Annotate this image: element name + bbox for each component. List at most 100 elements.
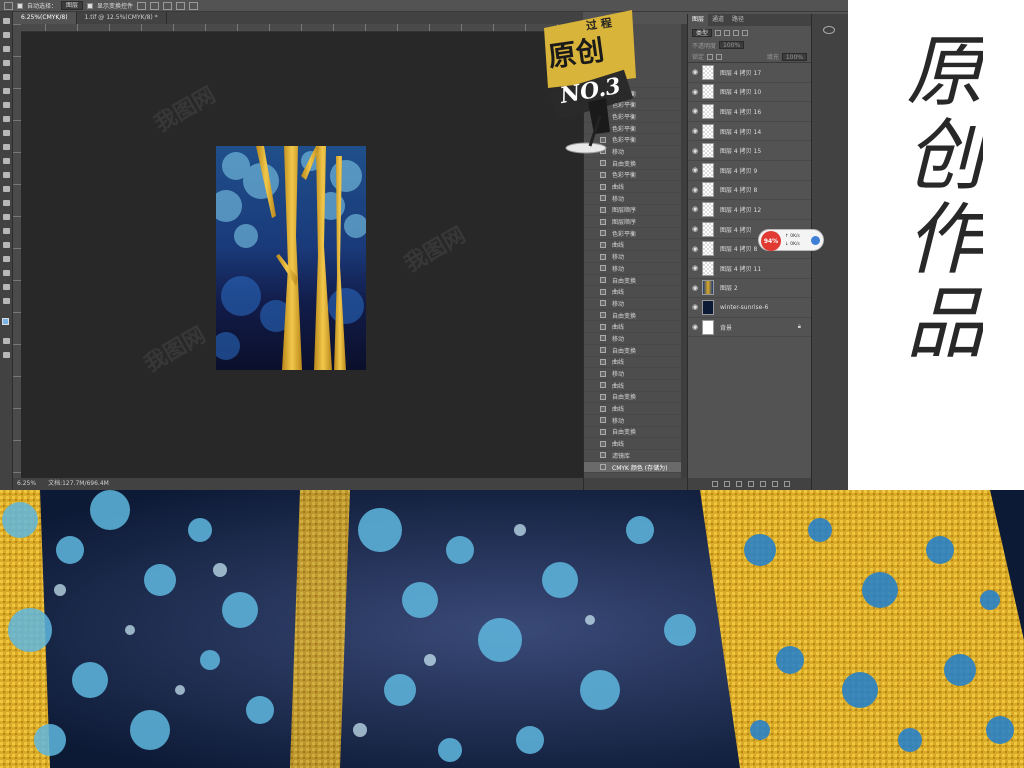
network-speed-popup[interactable]: 94% ↑ 0K/s ↓ 0K/s [758, 229, 824, 251]
visibility-eye-icon[interactable]: ◉ [688, 225, 702, 233]
history-item[interactable]: 滤镜库 [584, 450, 682, 462]
brush-tool-icon[interactable] [3, 116, 10, 122]
history-item[interactable]: 色彩平衡 [584, 228, 682, 240]
history-item[interactable]: 色彩平衡 [584, 170, 682, 182]
type-tool-icon[interactable] [3, 228, 10, 234]
history-item[interactable]: 移动 [584, 333, 682, 345]
more-tools-icon[interactable] [3, 298, 10, 304]
foreground-color-swatch[interactable] [2, 318, 9, 325]
auto-select-checkbox[interactable] [17, 2, 23, 9]
history-item[interactable]: CMYK 颜色 (存储为) [584, 461, 682, 474]
layer-row[interactable]: ◉ 图层 4 拷贝 10 [688, 83, 811, 103]
add-mask-icon[interactable] [736, 481, 742, 487]
visibility-eye-icon[interactable]: ◉ [688, 284, 702, 292]
layer-row[interactable]: ◉ 图层 4 拷贝 11 [688, 259, 811, 279]
layer-row[interactable]: ◉ winter-sunrise-6 [688, 298, 811, 318]
align-center-icon[interactable] [150, 1, 160, 10]
history-item[interactable]: 曲线 [584, 321, 682, 334]
visibility-eye-icon[interactable]: ◉ [688, 264, 702, 272]
history-item[interactable]: 移动 [584, 415, 682, 427]
lock-position-icon[interactable] [716, 53, 723, 60]
stamp-tool-icon[interactable] [3, 130, 10, 136]
artwork-canvas-image[interactable] [216, 146, 366, 370]
quick-mask-icon[interactable] [3, 338, 10, 344]
link-layers-icon[interactable] [712, 481, 718, 487]
eraser-tool-icon[interactable] [3, 158, 10, 164]
history-item[interactable]: 图层顺序 [584, 205, 682, 217]
layer-row[interactable]: ◉ 图层 4 拷贝 17 [688, 63, 811, 83]
visibility-eye-icon[interactable]: ◉ [688, 323, 702, 331]
distribute-icon[interactable] [176, 1, 186, 10]
doc-tab-1[interactable]: 6.25%(CMYK/8) [13, 12, 77, 24]
layer-row[interactable]: ◉ 图层 4 拷贝 12 [688, 200, 811, 220]
visibility-eye-icon[interactable]: ◉ [688, 107, 702, 115]
visibility-eye-icon[interactable]: ◉ [688, 205, 702, 213]
path-select-tool-icon[interactable] [3, 242, 10, 248]
layer-row[interactable]: ◉ 图层 4 拷贝 9 [688, 161, 811, 181]
eyedropper-tool-icon[interactable] [3, 88, 10, 94]
history-item[interactable]: 曲线 [584, 403, 682, 415]
history-item[interactable]: 自由变换 [584, 158, 682, 170]
pen-tool-icon[interactable] [3, 214, 10, 220]
delete-layer-icon[interactable] [784, 481, 790, 487]
new-layer-icon[interactable] [772, 481, 778, 487]
layer-row[interactable]: ◉ 图层 4 拷贝 16 [688, 102, 811, 122]
history-item[interactable]: 曲线 [584, 357, 682, 369]
tab-layers[interactable]: 图层 [688, 14, 709, 26]
hand-tool-icon[interactable] [3, 270, 10, 276]
layer-row[interactable]: ◉ 图层 4 拷贝 15 [688, 141, 811, 161]
move-tool-icon[interactable] [3, 18, 10, 24]
layer-row[interactable]: ◉ 图层 2 [688, 279, 811, 299]
lock-pixels-icon[interactable] [707, 53, 714, 60]
crop-tool-icon[interactable] [3, 74, 10, 80]
history-item[interactable]: 自由变换 [584, 392, 682, 404]
history-item[interactable]: 曲线 [584, 240, 682, 252]
zoom-level[interactable]: 6.25% [17, 478, 36, 490]
history-brush-tool-icon[interactable] [3, 144, 10, 150]
canvas-area[interactable]: 我图网 我图网 我图网 [21, 32, 583, 478]
history-item[interactable]: 曲线 [584, 380, 682, 392]
filter-pixel-icon[interactable] [715, 29, 722, 36]
history-item[interactable]: 自由变换 [584, 427, 682, 439]
visibility-eye-icon[interactable]: ◉ [688, 166, 702, 174]
doc-tab-2[interactable]: 1.tif @ 12.5%(CMYK/8) * [77, 12, 167, 24]
opacity-value[interactable]: 100% [719, 41, 745, 49]
visibility-eye-icon[interactable]: ◉ [688, 88, 702, 96]
filter-type-icon[interactable] [733, 29, 740, 36]
history-item[interactable]: 图层顺序 [584, 216, 682, 228]
new-group-icon[interactable] [760, 481, 766, 487]
move-tool-icon[interactable] [4, 1, 13, 10]
fill-value[interactable]: 100% [781, 52, 807, 61]
visibility-eye-icon[interactable]: ◉ [688, 127, 702, 135]
shape-tool-icon[interactable] [3, 256, 10, 262]
history-item[interactable]: 自由变换 [584, 275, 682, 287]
visibility-eye-icon[interactable]: ◉ [688, 147, 702, 155]
align-right-icon[interactable] [163, 1, 173, 10]
adjustment-layer-icon[interactable] [748, 481, 754, 487]
magic-wand-tool-icon[interactable] [3, 60, 10, 66]
marquee-tool-icon[interactable] [3, 32, 10, 38]
zoom-tool-icon[interactable] [3, 284, 10, 290]
libraries-icon[interactable] [823, 26, 835, 34]
lasso-tool-icon[interactable] [3, 46, 10, 52]
filter-adjust-icon[interactable] [724, 29, 731, 36]
tab-paths[interactable]: 路径 [728, 14, 748, 26]
accelerate-icon[interactable] [811, 236, 820, 245]
healing-tool-icon[interactable] [3, 102, 10, 108]
screen-mode-icon[interactable] [3, 352, 10, 358]
visibility-eye-icon[interactable]: ◉ [688, 186, 702, 194]
show-transform-checkbox[interactable] [87, 2, 94, 9]
history-item[interactable]: 移动 [584, 298, 682, 310]
history-item[interactable]: 移动 [584, 368, 682, 380]
visibility-eye-icon[interactable]: ◉ [688, 68, 702, 76]
history-item[interactable]: 曲线 [584, 438, 682, 450]
dodge-tool-icon[interactable] [3, 200, 10, 206]
history-item[interactable]: 移动 [584, 263, 682, 275]
layer-kind-filter[interactable]: 类型 [692, 28, 713, 37]
visibility-eye-icon[interactable]: ◉ [688, 245, 702, 253]
filter-shape-icon[interactable] [742, 29, 749, 36]
history-item[interactable]: 自由变换 [584, 310, 682, 322]
auto-select-target-dropdown[interactable]: 图层 [61, 1, 84, 10]
history-item[interactable]: 自由变换 [584, 345, 682, 357]
history-item[interactable]: 曲线 [584, 286, 682, 299]
